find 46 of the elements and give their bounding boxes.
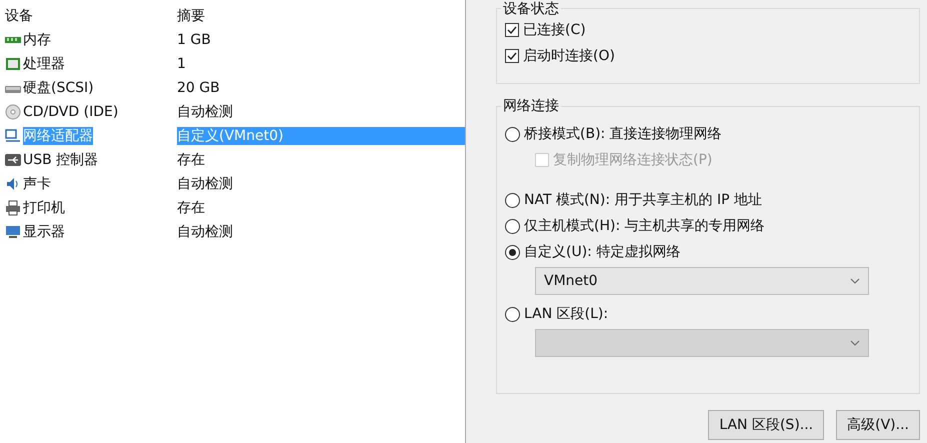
chip-icon	[5, 56, 21, 72]
radio-label: LAN 区段(L):	[524, 305, 608, 323]
device-name[interactable]: 硬盘(SCSI)	[23, 79, 94, 97]
device-summary[interactable]: 存在	[177, 199, 205, 217]
device-name[interactable]: 打印机	[23, 199, 65, 217]
device-name[interactable]: 声卡	[23, 175, 51, 193]
device-name[interactable]: 处理器	[23, 55, 65, 73]
radio-button[interactable]	[505, 218, 520, 234]
advanced-button[interactable]: 高级(V)...	[836, 410, 920, 440]
radio-label: 桥接模式(B): 直接连接物理网络	[524, 125, 722, 143]
chevron-down-icon	[850, 340, 860, 346]
radio-button[interactable]	[505, 126, 520, 142]
network-icon	[5, 128, 21, 144]
device-name[interactable]: USB 控制器	[23, 151, 98, 169]
group-title: 网络连接	[501, 97, 561, 115]
checkbox-label: 复制物理网络连接状态(P)	[553, 151, 712, 169]
device-summary[interactable]: 存在	[177, 151, 205, 169]
printer-icon	[5, 200, 21, 216]
radio-label: 自定义(U): 特定虚拟网络	[524, 243, 680, 261]
checkbox-label: 已连接(C)	[523, 21, 586, 39]
column-header[interactable]: 摘要	[177, 7, 205, 25]
checkbox[interactable]	[505, 49, 519, 63]
device-name[interactable]: CD/DVD (IDE)	[23, 103, 118, 121]
chevron-down-icon	[850, 278, 860, 284]
monitor-icon	[5, 224, 21, 240]
column-header[interactable]: 设备	[0, 7, 177, 25]
radio-label: 仅主机模式(H): 与主机共享的专用网络	[524, 217, 765, 235]
radio-button[interactable]	[505, 306, 520, 322]
device-summary[interactable]: 1 GB	[177, 31, 211, 49]
device-summary[interactable]: 20 GB	[177, 79, 220, 97]
disc-icon	[5, 104, 21, 120]
group-title: 设备状态	[501, 1, 561, 17]
radio-button[interactable]	[505, 192, 520, 208]
device-summary[interactable]: 自动检测	[177, 103, 233, 121]
dropdown[interactable]: VMnet0	[535, 267, 869, 295]
checkbox-label: 启动时连接(O)	[523, 47, 615, 65]
device-summary[interactable]: 自动检测	[177, 223, 233, 241]
device-name[interactable]: 显示器	[23, 223, 65, 241]
device-summary[interactable]: 1	[177, 55, 186, 73]
lan-segments-button[interactable]: LAN 区段(S)...	[708, 410, 824, 440]
usb-icon	[5, 152, 21, 168]
device-summary[interactable]: 自动检测	[177, 175, 233, 193]
device-name[interactable]: 内存	[23, 31, 51, 49]
checkbox[interactable]	[505, 23, 519, 37]
radio-button[interactable]	[505, 244, 520, 260]
radio-label: NAT 模式(N): 用于共享主机的 IP 地址	[524, 191, 762, 209]
